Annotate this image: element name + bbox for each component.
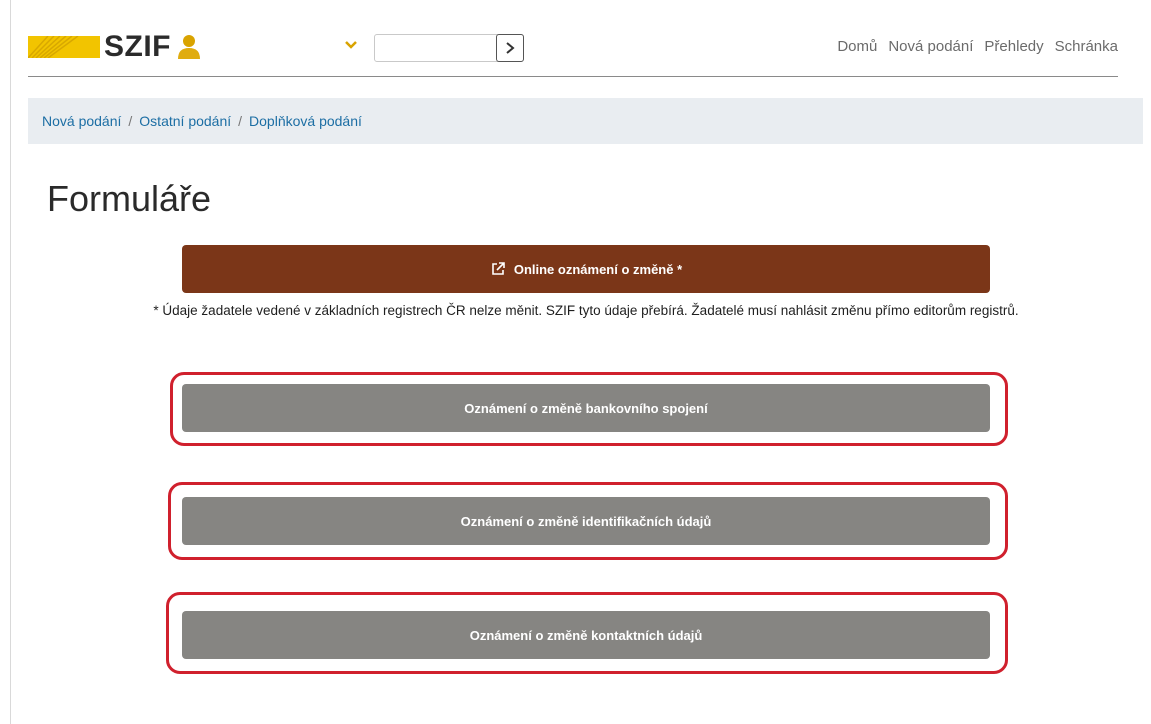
chevron-down-icon	[345, 41, 357, 49]
chevron-right-icon	[506, 42, 515, 54]
search-input[interactable]	[375, 35, 493, 61]
nav-link-inbox[interactable]: Schránka	[1055, 38, 1118, 55]
page: SZIF Domů Nová podání Přehledy Schránka …	[0, 0, 1151, 724]
online-change-notice-button[interactable]: Online oznámení o změně *	[182, 245, 990, 293]
contact-data-change-button[interactable]: Oznámení o změně kontaktních údajů	[182, 611, 990, 659]
external-link-icon	[492, 262, 505, 275]
user-icon	[178, 35, 200, 59]
window-border	[10, 0, 11, 724]
app-header: SZIF Domů Nová podání Přehledy Schránka	[28, 18, 1118, 77]
szif-logo[interactable]: SZIF	[28, 30, 200, 63]
identification-data-change-label: Oznámení o změně identifikačních údajů	[460, 513, 712, 529]
szif-logo-stripes-icon	[28, 36, 100, 58]
nav-link-overviews[interactable]: Přehledy	[984, 38, 1043, 55]
search-box	[374, 34, 524, 62]
identification-data-change-button[interactable]: Oznámení o změně identifikačních údajů	[182, 497, 990, 545]
breadcrumb-separator: /	[128, 113, 133, 129]
bank-details-change-label: Oznámení o změně bankovního spojení	[464, 400, 708, 416]
breadcrumb-item[interactable]: Doplňková podání	[249, 113, 362, 129]
top-nav: Domů Nová podání Přehledy Schránka	[837, 38, 1118, 55]
page-title: Formuláře	[47, 178, 212, 219]
online-change-notice-label: Online oznámení o změně *	[513, 261, 683, 277]
logo-text: SZIF	[104, 30, 171, 63]
search-go-button[interactable]	[496, 34, 524, 62]
nav-link-new-submissions[interactable]: Nová podání	[888, 38, 973, 55]
bank-details-change-button[interactable]: Oznámení o změně bankovního spojení	[182, 384, 990, 432]
nav-link-home[interactable]: Domů	[837, 38, 877, 55]
user-select[interactable]	[230, 38, 366, 60]
breadcrumb: Nová podání / Ostatní podání / Doplňková…	[28, 98, 1143, 144]
breadcrumb-item[interactable]: Nová podání	[42, 113, 121, 129]
registry-note: * Údaje žadatele vedené v základních reg…	[153, 303, 1019, 318]
contact-data-change-label: Oznámení o změně kontaktních údajů	[469, 627, 703, 643]
breadcrumb-item[interactable]: Ostatní podání	[139, 113, 231, 129]
breadcrumb-separator: /	[238, 113, 243, 129]
